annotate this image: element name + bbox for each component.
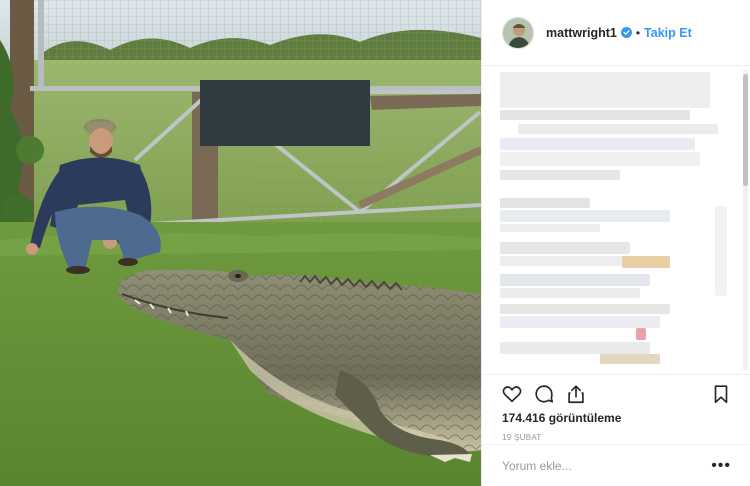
heart-icon bbox=[502, 386, 522, 403]
blurred-comment bbox=[500, 152, 700, 166]
blurred-comment bbox=[500, 138, 695, 150]
comment-icon bbox=[535, 385, 554, 403]
blurred-comment bbox=[500, 110, 690, 120]
blurred-comment bbox=[600, 354, 660, 364]
blurred-comment bbox=[500, 342, 650, 354]
verified-badge-icon bbox=[620, 27, 632, 38]
post-side-panel: mattwright1 • Takip Et 174.416 görüntüle… bbox=[481, 0, 750, 486]
comments-list bbox=[500, 66, 736, 372]
comment-bar: ••• bbox=[482, 444, 750, 486]
post-photo bbox=[0, 0, 481, 486]
instagram-post: mattwright1 • Takip Et 174.416 görüntüle… bbox=[0, 0, 750, 486]
post-date[interactable]: 19 ŞUBAT bbox=[482, 433, 750, 442]
like-button[interactable] bbox=[500, 382, 524, 406]
blurred-comment bbox=[500, 210, 670, 222]
share-button[interactable] bbox=[564, 382, 588, 406]
blurred-comment bbox=[500, 224, 600, 232]
blurred-comment bbox=[500, 170, 620, 180]
blurred-comment bbox=[622, 256, 670, 268]
blurred-comment bbox=[636, 328, 646, 340]
post-header: mattwright1 • Takip Et bbox=[482, 0, 750, 66]
blurred-comment bbox=[500, 304, 670, 314]
blurred-comment bbox=[518, 124, 718, 134]
username-link[interactable]: mattwright1 bbox=[546, 26, 617, 40]
more-options-icon[interactable]: ••• bbox=[711, 457, 731, 473]
scrollbar-thumb[interactable] bbox=[743, 74, 748, 186]
avatar-image bbox=[503, 17, 533, 48]
blurred-comment bbox=[715, 206, 727, 296]
follow-button[interactable]: Takip Et bbox=[644, 26, 692, 40]
blurred-comment bbox=[500, 274, 650, 286]
blurred-comment bbox=[500, 316, 660, 328]
comments-scrollbar[interactable] bbox=[743, 70, 748, 370]
header-separator: • bbox=[635, 25, 641, 40]
blurred-comment bbox=[500, 242, 630, 254]
comment-button[interactable] bbox=[532, 382, 556, 406]
view-count[interactable]: 174.416 görüntüleme bbox=[482, 411, 750, 425]
save-button[interactable] bbox=[709, 382, 733, 406]
bookmark-icon bbox=[714, 385, 728, 404]
blurred-comment bbox=[500, 72, 710, 108]
comment-input[interactable] bbox=[502, 458, 712, 473]
avatar[interactable] bbox=[502, 16, 534, 49]
blurred-comment bbox=[500, 288, 640, 298]
post-media[interactable] bbox=[0, 0, 481, 486]
share-icon bbox=[568, 385, 584, 404]
action-icons bbox=[482, 377, 750, 411]
blurred-comment bbox=[500, 198, 590, 208]
